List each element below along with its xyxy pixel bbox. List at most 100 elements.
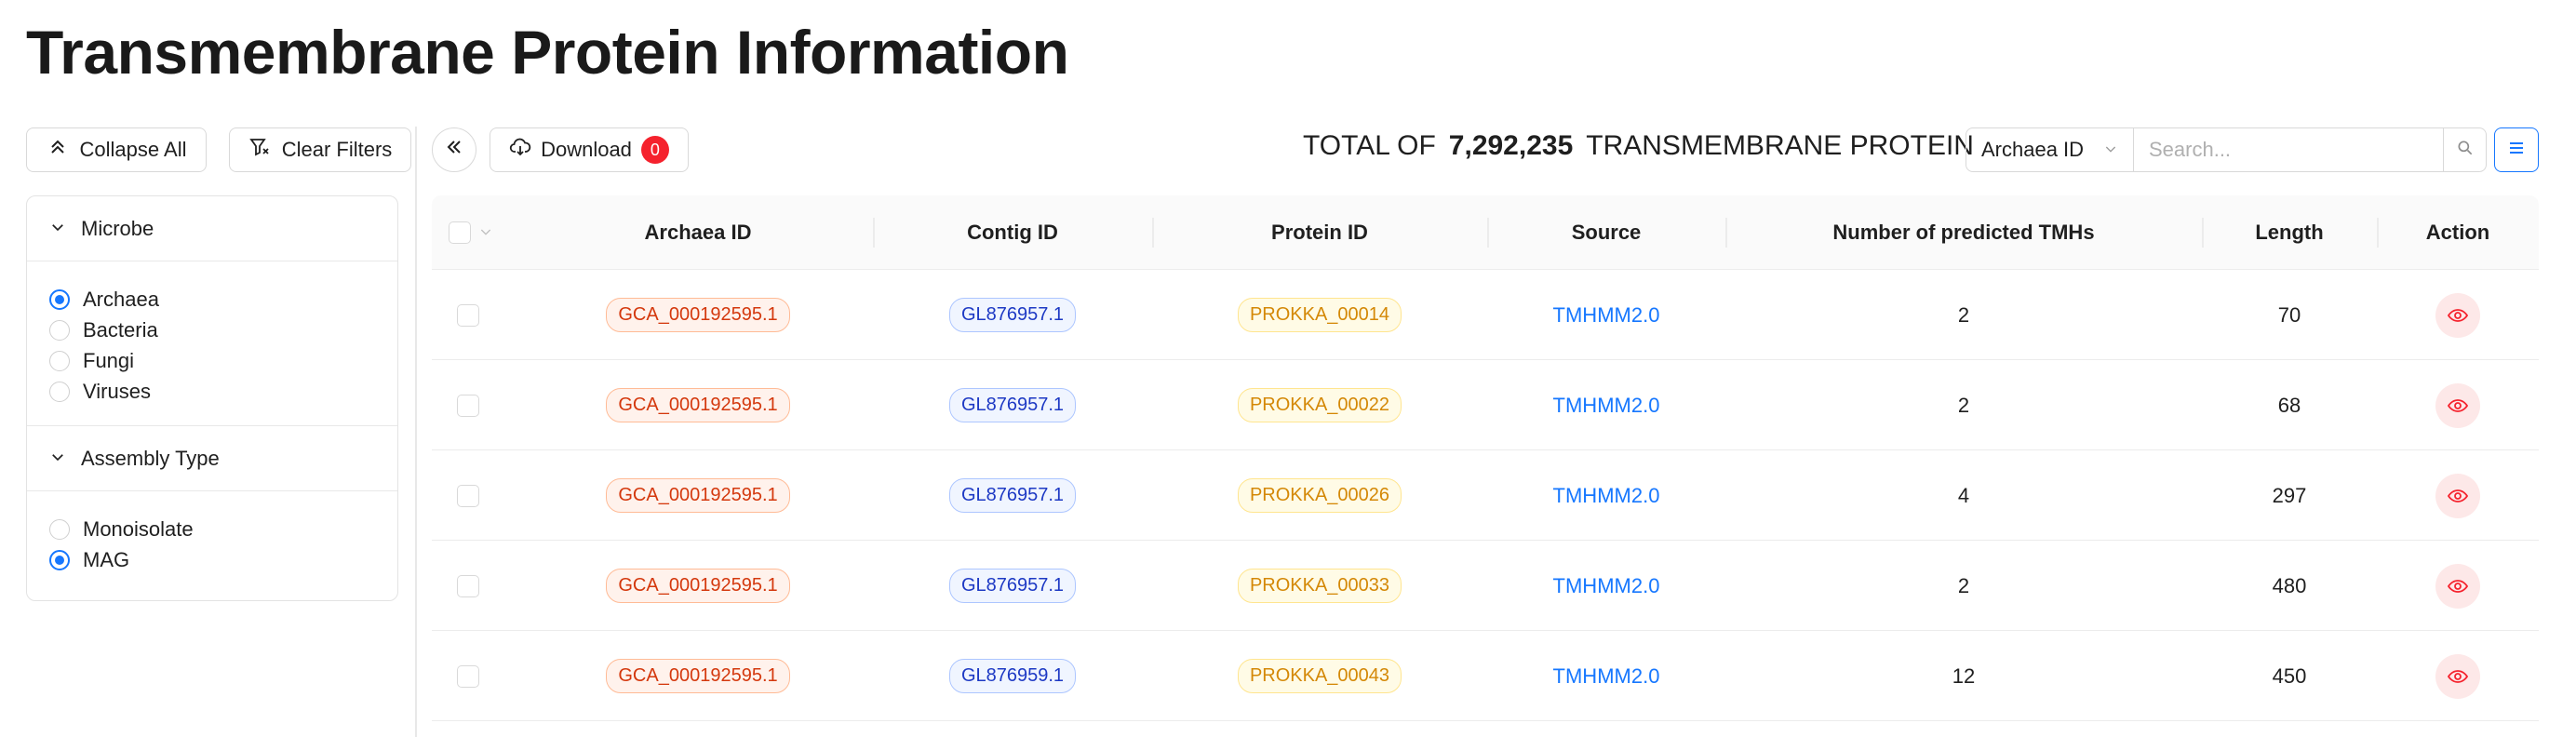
assembly-options: Monoisolate MAG bbox=[27, 491, 397, 594]
radio-bacteria[interactable]: Bacteria bbox=[49, 315, 397, 345]
tmhs-cell: 2 bbox=[1957, 573, 1970, 597]
row-checkbox[interactable] bbox=[457, 303, 479, 327]
protein-id-cell: PROKKA_00043 bbox=[1152, 631, 1487, 721]
length-cell: 450 bbox=[2272, 663, 2307, 688]
radio-indicator[interactable] bbox=[49, 319, 70, 341]
radio-label: Monoisolate bbox=[83, 516, 194, 541]
microbe-section-header[interactable]: Microbe bbox=[27, 196, 397, 261]
column-menu-button[interactable] bbox=[2494, 127, 2539, 172]
length-cell: 480 bbox=[2272, 573, 2307, 597]
protein-id-tag[interactable]: PROKKA_00043 bbox=[1237, 659, 1402, 693]
search-button[interactable] bbox=[2443, 128, 2486, 171]
archaea-id-tag[interactable]: GCA_000192595.1 bbox=[606, 388, 790, 422]
row-checkbox[interactable] bbox=[457, 664, 479, 688]
microbe-options: Archaea Bacteria Fungi Viruses bbox=[27, 261, 397, 426]
chevron-down-icon[interactable] bbox=[478, 221, 493, 245]
action-cell bbox=[2377, 631, 2539, 721]
radio-fungi[interactable]: Fungi bbox=[49, 345, 397, 376]
radio-indicator[interactable] bbox=[49, 518, 70, 540]
row-checkbox[interactable] bbox=[457, 574, 479, 597]
archaea-id-cell: GCA_000192595.1 bbox=[523, 360, 873, 450]
action-cell bbox=[2377, 541, 2539, 631]
download-button[interactable]: Download 0 bbox=[490, 127, 689, 172]
source-link[interactable]: TMHMM2.0 bbox=[1487, 631, 1725, 721]
column-header-tmhs[interactable]: Number of predicted TMHs bbox=[1725, 195, 2202, 270]
source-link[interactable]: TMHMM2.0 bbox=[1487, 541, 1725, 631]
column-header-protein-id[interactable]: Protein ID bbox=[1152, 195, 1487, 270]
clear-filters-button[interactable]: Clear Filters bbox=[229, 127, 411, 172]
radio-viruses[interactable]: Viruses bbox=[49, 376, 397, 407]
table-header: Archaea ID Contig ID Protein ID Source N… bbox=[432, 195, 2539, 270]
row-checkbox[interactable] bbox=[457, 484, 479, 507]
search-field-select[interactable]: Archaea ID bbox=[1966, 128, 2134, 171]
radio-label: Viruses bbox=[83, 379, 151, 403]
protein-table: Archaea ID Contig ID Protein ID Source N… bbox=[432, 195, 2539, 721]
archaea-id-cell: GCA_000192595.1 bbox=[523, 270, 873, 360]
radio-indicator[interactable] bbox=[49, 549, 70, 570]
page-title: Transmembrane Protein Information bbox=[26, 18, 1069, 87]
search-group: Archaea ID bbox=[1966, 127, 2487, 172]
contig-id-tag[interactable]: GL876959.1 bbox=[948, 659, 1077, 693]
tmhs-cell: 2 bbox=[1957, 393, 1970, 417]
eye-icon bbox=[2447, 308, 2469, 322]
column-header-length[interactable]: Length bbox=[2202, 195, 2377, 270]
radio-indicator[interactable] bbox=[49, 381, 70, 402]
row-select-cell bbox=[449, 541, 488, 631]
radio-mag[interactable]: MAG bbox=[49, 544, 397, 575]
column-header-action: Action bbox=[2425, 221, 2490, 244]
view-button[interactable] bbox=[2435, 653, 2480, 699]
row-checkbox[interactable] bbox=[457, 394, 479, 417]
archaea-id-tag[interactable]: GCA_000192595.1 bbox=[606, 478, 790, 513]
tmhs-cell: 2 bbox=[1957, 302, 1970, 327]
view-button[interactable] bbox=[2435, 382, 2480, 428]
length-cell: 70 bbox=[2277, 302, 2301, 327]
radio-indicator[interactable] bbox=[49, 288, 70, 310]
contig-id-tag[interactable]: GL876957.1 bbox=[948, 298, 1077, 332]
protein-id-tag[interactable]: PROKKA_00026 bbox=[1237, 478, 1402, 513]
archaea-id-cell: GCA_000192595.1 bbox=[523, 541, 873, 631]
protein-id-cell: PROKKA_00033 bbox=[1152, 541, 1487, 631]
assembly-section-title: Assembly Type bbox=[81, 446, 220, 470]
collapse-sidebar-button[interactable] bbox=[432, 127, 476, 172]
source-link[interactable]: TMHMM2.0 bbox=[1487, 360, 1725, 450]
row-select-cell bbox=[449, 450, 488, 541]
double-chevron-left-icon bbox=[443, 136, 465, 164]
search-input[interactable] bbox=[2134, 128, 2443, 171]
view-button[interactable] bbox=[2435, 292, 2480, 338]
eye-icon bbox=[2447, 398, 2469, 412]
view-button[interactable] bbox=[2435, 563, 2480, 609]
contig-id-tag[interactable]: GL876957.1 bbox=[948, 478, 1077, 513]
protein-id-tag[interactable]: PROKKA_00014 bbox=[1237, 298, 1402, 332]
column-header-archaea-id[interactable]: Archaea ID bbox=[523, 195, 873, 270]
protein-id-cell: PROKKA_00022 bbox=[1152, 360, 1487, 450]
sidebar-divider bbox=[415, 127, 417, 737]
action-cell bbox=[2377, 450, 2539, 541]
protein-id-tag[interactable]: PROKKA_00033 bbox=[1237, 569, 1402, 603]
contig-id-cell: GL876957.1 bbox=[873, 541, 1152, 631]
view-button[interactable] bbox=[2435, 473, 2480, 518]
chevron-down-icon bbox=[2103, 138, 2118, 162]
radio-indicator[interactable] bbox=[49, 350, 70, 371]
radio-archaea[interactable]: Archaea bbox=[49, 284, 397, 315]
clear-filters-label: Clear Filters bbox=[281, 138, 393, 161]
assembly-section-header[interactable]: Assembly Type bbox=[27, 426, 397, 491]
column-header-contig-id[interactable]: Contig ID bbox=[873, 195, 1152, 270]
column-header-source[interactable]: Source bbox=[1487, 195, 1725, 270]
length-cell: 297 bbox=[2272, 483, 2307, 507]
source-link[interactable]: TMHMM2.0 bbox=[1487, 450, 1725, 541]
microbe-section-title: Microbe bbox=[81, 216, 154, 240]
contig-id-tag[interactable]: GL876957.1 bbox=[948, 388, 1077, 422]
radio-label: Bacteria bbox=[83, 317, 158, 342]
select-all-checkbox[interactable] bbox=[449, 221, 471, 244]
source-link[interactable]: TMHMM2.0 bbox=[1487, 270, 1725, 360]
filter-panel: Microbe Archaea Bacteria Fungi Viruses A… bbox=[26, 195, 398, 601]
protein-id-tag[interactable]: PROKKA_00022 bbox=[1237, 388, 1402, 422]
collapse-all-button[interactable]: Collapse All bbox=[26, 127, 207, 172]
contig-id-tag[interactable]: GL876957.1 bbox=[948, 569, 1077, 603]
table-row: GCA_000192595.1 GL876957.1 PROKKA_00014 … bbox=[432, 270, 2539, 360]
archaea-id-tag[interactable]: GCA_000192595.1 bbox=[606, 298, 790, 332]
radio-monoisolate[interactable]: Monoisolate bbox=[49, 514, 397, 544]
archaea-id-tag[interactable]: GCA_000192595.1 bbox=[606, 659, 790, 693]
length-cell: 68 bbox=[2277, 393, 2301, 417]
archaea-id-tag[interactable]: GCA_000192595.1 bbox=[606, 569, 790, 603]
